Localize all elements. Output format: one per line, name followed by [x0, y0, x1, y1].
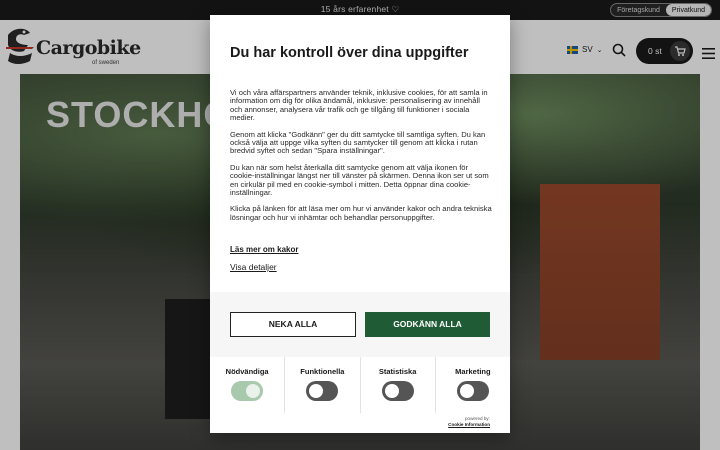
toggle-statistics: Statistiska	[361, 357, 436, 413]
cookie-consent-dialog: Du har kontroll över dina uppgifter Vi o…	[210, 15, 510, 433]
dialog-paragraph: Vi och våra affärspartners använder tekn…	[230, 88, 488, 123]
statistics-switch[interactable]	[381, 381, 414, 401]
dialog-paragraph: Genom att klicka "Godkänn" ger du ditt s…	[230, 129, 486, 156]
functional-switch[interactable]	[306, 381, 339, 401]
powered-by-label: powered by:	[464, 416, 490, 421]
dialog-paragraph: Klicka på länken för att läsa mer om hur…	[230, 204, 492, 222]
read-more-link[interactable]: Läs mer om kakor	[230, 245, 298, 254]
marketing-switch[interactable]	[456, 381, 489, 401]
toggle-label: Nödvändiga	[225, 367, 269, 376]
toggle-necessary: Nödvändiga	[210, 357, 286, 413]
dialog-button-area: NEKA ALLA GODKÄNN ALLA	[210, 292, 510, 357]
necessary-switch[interactable]	[231, 381, 264, 401]
toggle-label: Marketing	[455, 367, 491, 376]
toggle-label: Statistiska	[378, 367, 417, 376]
accept-all-button[interactable]: GODKÄNN ALLA	[365, 312, 490, 337]
dialog-title: Du har kontroll över dina uppgifter	[230, 45, 469, 61]
powered-by: powered by: Cookie Information	[448, 416, 490, 427]
consent-category-toggles: Nödvändiga Funktionella Statistiska Mark…	[210, 357, 510, 413]
show-details-link[interactable]: Visa detaljer	[230, 262, 277, 272]
toggle-label: Funktionella	[300, 367, 345, 376]
dialog-body: Vi och våra affärspartners använder tekn…	[230, 88, 492, 230]
powered-by-link[interactable]: Cookie Information	[448, 422, 490, 428]
toggle-functional: Funktionella	[285, 357, 361, 413]
toggle-marketing: Marketing	[436, 357, 510, 413]
dialog-paragraph: Du kan när som helst återkalla ditt samt…	[230, 162, 489, 198]
deny-all-button[interactable]: NEKA ALLA	[230, 312, 356, 337]
